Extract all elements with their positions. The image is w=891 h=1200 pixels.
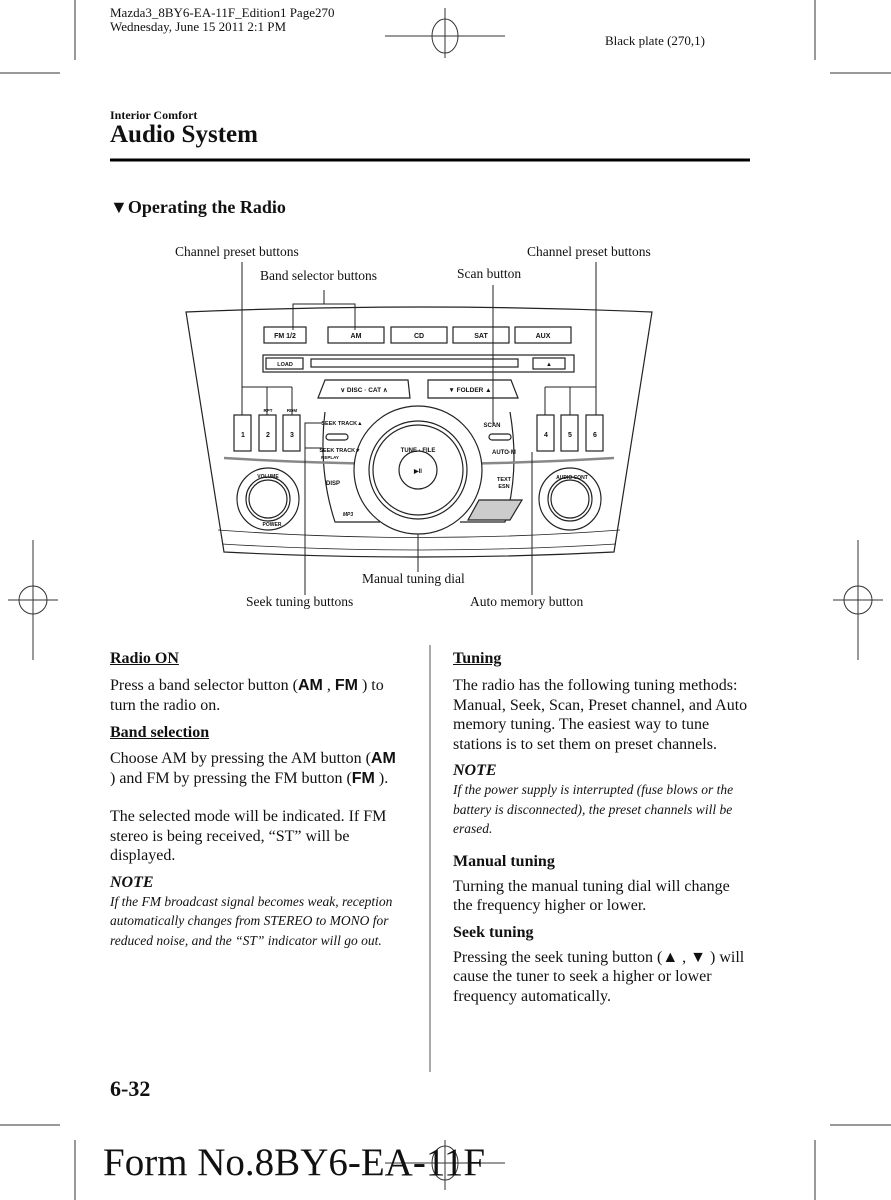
- tune-file-label: TUNE · FILE: [401, 448, 436, 454]
- rpt-label: RPT: [264, 408, 273, 413]
- power-label: POWER: [263, 522, 282, 528]
- print-file-line: Mazda3_8BY6-EA-11F_Edition1 Page270: [110, 5, 335, 20]
- seek-tuning-heading: Seek tuning: [453, 923, 534, 941]
- disc-cat-label: ∨ DISC · CAT ∧: [340, 387, 388, 394]
- disc-slot: [310, 358, 519, 368]
- label-seek-tuning: Seek tuning buttons: [246, 594, 354, 609]
- triangle-down-icon: ▼: [110, 197, 128, 217]
- page-artwork: FM 1/2 AM CD SAT AUX LOAD ▲ ∨ DISC · CAT…: [0, 0, 891, 1200]
- subheading: ▼Operating the Radio: [110, 197, 286, 218]
- manual-tuning-text: Turning the manual tuning dial will chan…: [453, 877, 730, 915]
- registration-mark-left: [8, 540, 58, 660]
- page-number: 6-32: [110, 1076, 151, 1101]
- tuning-heading: Tuning: [453, 650, 502, 667]
- preset-2: 2: [266, 432, 270, 439]
- manual-tuning-heading: Manual tuning: [453, 852, 555, 870]
- cd-label: CD: [414, 333, 424, 340]
- preset-5: 5: [568, 432, 572, 439]
- volume-label: VOLUME: [257, 474, 279, 480]
- registration-mark-top: [385, 8, 505, 58]
- preset-3: 3: [290, 432, 294, 439]
- form-number: Form No.8BY6-EA-11F: [103, 1141, 486, 1184]
- display-window: [466, 499, 524, 521]
- rdm-label: RDM: [287, 408, 297, 413]
- auto-m-label: AUTO·M: [492, 450, 516, 456]
- folder-label: ▼ FOLDER ▲: [448, 387, 491, 394]
- label-channel-preset-right: Channel preset buttons: [527, 244, 651, 259]
- scan-label: SCAN: [483, 423, 500, 429]
- label-channel-preset-left: Channel preset buttons: [175, 244, 299, 259]
- fm-label: FM 1/2: [274, 333, 296, 340]
- aux-label: AUX: [536, 333, 551, 340]
- am-label: AM: [351, 333, 362, 340]
- audio-cont-label: AUDIO CONT: [556, 475, 588, 481]
- text-label: TEXT: [497, 477, 512, 483]
- band-selection-heading: Band selection: [110, 724, 210, 741]
- preset-1: 1: [241, 432, 245, 439]
- radio-faceplate-diagram: [185, 262, 653, 595]
- print-date-line: Wednesday, June 15 2011 2:1 PM: [110, 19, 287, 34]
- esn-label: ESN: [498, 484, 509, 490]
- tuning-text: The radio has the following tuning metho…: [453, 677, 748, 753]
- fm-button-symbol: FM: [351, 769, 375, 787]
- radio-on-text: Press a band selector button (AM , FM ) …: [110, 677, 384, 714]
- fm-button-symbol: FM: [334, 677, 358, 694]
- registration-mark-right: [833, 540, 883, 660]
- subheading-text: Operating the Radio: [127, 197, 286, 217]
- note-label: NOTE: [453, 762, 497, 779]
- label-scan: Scan button: [457, 266, 522, 281]
- mp3-label: MP3: [343, 512, 354, 518]
- preset-4: 4: [544, 432, 548, 439]
- seek-up-label: SEEK TRACK▲: [321, 421, 362, 427]
- black-plate: Black plate (270,1): [605, 33, 705, 48]
- am-button-symbol: AM: [297, 677, 323, 694]
- radio-on-heading: Radio ON: [110, 650, 179, 667]
- page-title: Audio System: [110, 121, 258, 148]
- eject-icon: ▲: [546, 362, 552, 368]
- crop-marks: [0, 0, 891, 1200]
- label-manual-tuning: Manual tuning dial: [362, 571, 465, 586]
- band-selection-text: Choose AM by pressing the AM button (AM …: [110, 750, 396, 787]
- play-pause-icon: ▶II: [413, 468, 422, 475]
- note-text: If the FM broadcast signal becomes weak,…: [110, 893, 393, 948]
- note-label: NOTE: [110, 873, 154, 891]
- load-label: LOAD: [277, 362, 293, 368]
- label-auto-memory: Auto memory button: [470, 594, 584, 609]
- note-text: If the power supply is interrupted (fuse…: [453, 782, 734, 836]
- sat-label: SAT: [474, 333, 488, 340]
- label-band-selector: Band selector buttons: [260, 268, 377, 283]
- disp-label: DISP: [326, 481, 340, 487]
- am-button-symbol: AM: [370, 750, 396, 767]
- replay-label: REPLAY: [321, 455, 339, 460]
- preset-6: 6: [593, 432, 597, 439]
- seek-down-label: SEEK TRACK▼: [319, 448, 360, 454]
- right-column: Tuning The radio has the following tunin…: [453, 650, 748, 1006]
- seek-tuning-text: Pressing the seek tuning button (▲ , ▼ )…: [453, 948, 745, 1005]
- left-column: Radio ON Press a band selector button (A…: [110, 650, 405, 950]
- band-selection-paragraph-2: The selected mode will be indicated. If …: [110, 808, 387, 864]
